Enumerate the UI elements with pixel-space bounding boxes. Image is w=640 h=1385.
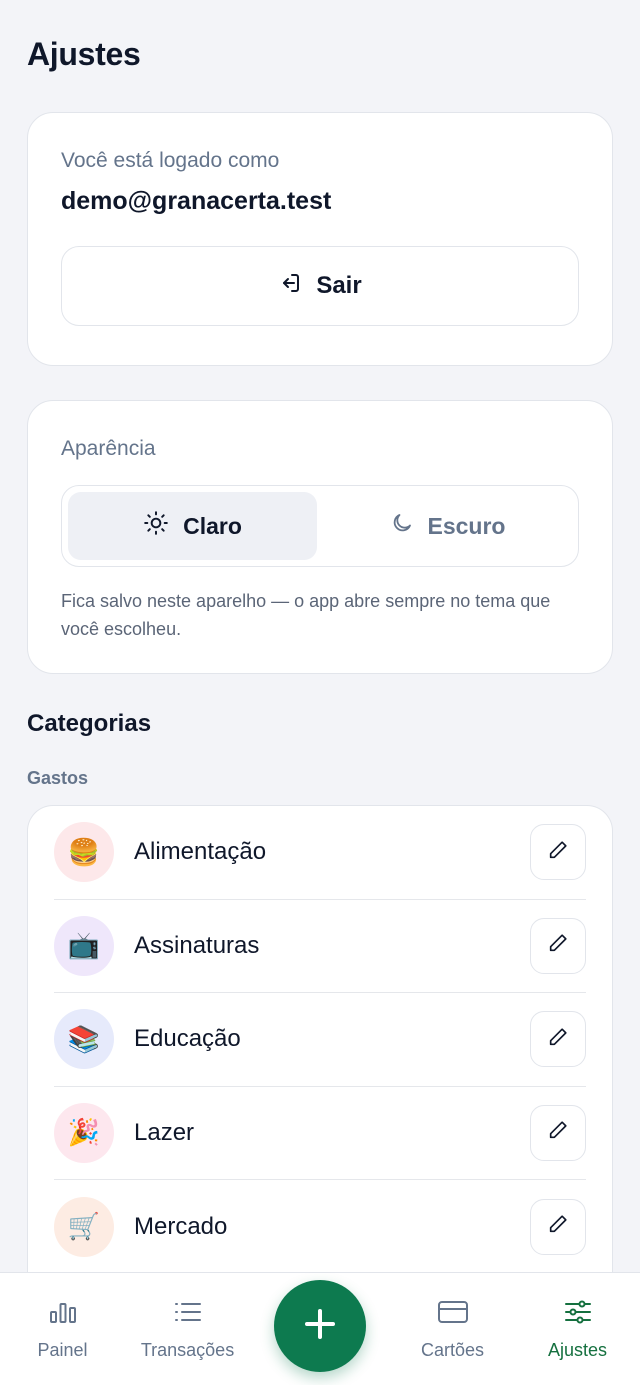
main-content: Ajustes Você está logado como demo@grana… <box>0 0 640 1285</box>
list-item: 🍔 Alimentação <box>54 806 586 900</box>
category-emoji: 🛒 <box>54 1196 114 1257</box>
logout-icon <box>278 271 302 302</box>
nav-item-transacoes[interactable]: Transações <box>125 1273 250 1361</box>
list-icon <box>173 1299 203 1330</box>
pencil-icon <box>547 1026 569 1053</box>
logout-button[interactable]: Sair <box>61 246 579 326</box>
nav-item-painel[interactable]: Painel <box>0 1273 125 1361</box>
category-emoji: 📺 <box>54 915 114 976</box>
theme-toggle: Claro Escuro <box>61 485 579 567</box>
expenses-subtitle: Gastos <box>27 768 89 788</box>
sliders-icon <box>563 1299 593 1330</box>
theme-option-dark[interactable]: Escuro <box>323 492 572 560</box>
sun-icon <box>143 510 169 542</box>
theme-option-light[interactable]: Claro <box>68 492 317 560</box>
pencil-icon <box>547 1119 569 1146</box>
account-email: demo@granacerta.test <box>61 187 332 215</box>
theme-option-light-label: Claro <box>183 512 242 539</box>
category-name: Alimentação <box>134 838 267 866</box>
nav-label: Ajustes <box>547 1340 608 1360</box>
appearance-card: Aparência Claro Escuro Fica salvo neste … <box>27 400 613 674</box>
edit-category-button[interactable] <box>530 1198 586 1255</box>
page-title: Ajustes <box>27 36 141 72</box>
settings-screen: Ajustes Você está logado como demo@grana… <box>0 0 640 1385</box>
edit-category-button[interactable] <box>530 1011 586 1068</box>
add-transaction-button[interactable] <box>274 1280 366 1372</box>
list-item: 📺 Assinaturas <box>54 900 586 993</box>
account-card: Você está logado como demo@granacerta.te… <box>27 112 613 366</box>
category-emoji: 🍔 <box>54 822 114 883</box>
pencil-icon <box>547 1213 569 1240</box>
category-name: Educação <box>134 1025 241 1053</box>
logout-label: Sair <box>316 272 362 299</box>
categories-title: Categorias <box>27 710 152 737</box>
nav-item-cartoes[interactable]: Cartões <box>390 1273 515 1361</box>
category-name: Mercado <box>134 1212 228 1240</box>
nav-label: Transações <box>140 1340 235 1360</box>
pencil-icon <box>547 839 569 866</box>
moon-icon <box>390 511 414 541</box>
nav-item-ajustes[interactable]: Ajustes <box>515 1273 640 1361</box>
pencil-icon <box>547 932 569 959</box>
category-name: Assinaturas <box>134 931 260 959</box>
theme-option-dark-label: Escuro <box>427 512 506 539</box>
plus-icon <box>300 1304 340 1349</box>
list-item: 🛒 Mercado <box>54 1180 586 1274</box>
nav-label: Painel <box>37 1340 88 1360</box>
edit-category-button[interactable] <box>530 917 586 974</box>
category-name: Lazer <box>134 1118 195 1146</box>
credit-card-icon <box>437 1299 469 1330</box>
category-emoji: 🎉 <box>54 1102 114 1163</box>
category-emoji: 📚 <box>54 1009 114 1070</box>
bar-chart-icon <box>48 1299 78 1330</box>
edit-category-button[interactable] <box>530 824 586 881</box>
edit-category-button[interactable] <box>530 1104 586 1161</box>
theme-hint: Fica salvo neste aparelho — o app abre s… <box>61 591 551 639</box>
list-item: 📚 Educação <box>54 993 586 1087</box>
appearance-title: Aparência <box>61 437 156 460</box>
nav-label: Cartões <box>420 1340 485 1360</box>
list-item: 🎉 Lazer <box>54 1087 586 1180</box>
expense-categories-list: 🍔 Alimentação 📺 Assinaturas 📚 Educação 🎉… <box>27 805 613 1285</box>
account-label: Você está logado como <box>61 149 280 172</box>
